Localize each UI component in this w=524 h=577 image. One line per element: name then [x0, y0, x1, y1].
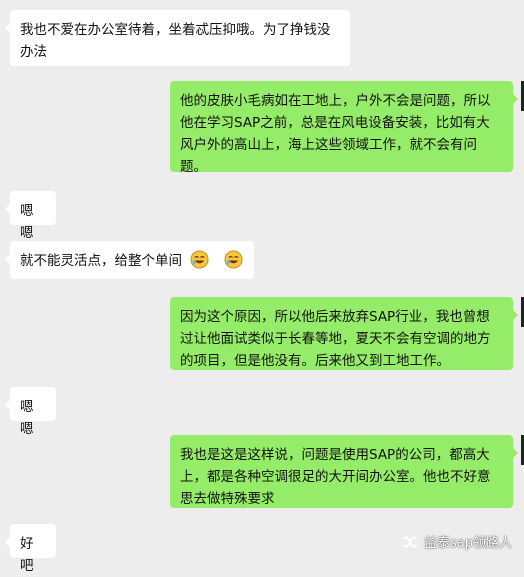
message-text: 他的皮肤小毛病如在工地上，户外不会是问题，所以他在学习SAP之前，总是在风电设备… — [180, 93, 491, 175]
message-text: 嗯嗯 — [20, 203, 34, 241]
message-bubble-left[interactable]: 就不能灵活点，给整个单间 — [5, 241, 254, 279]
chat-area: 我也不爱在办公室待着，坐着忒压抑哦。为了挣钱没办法 他的皮肤小毛病如在工地上，户… — [0, 0, 524, 574]
message-bubble-right[interactable]: 我也是这是这样说，问题是使用SAP的公司，都高大上，都是各种空调很足的大开间办公… — [170, 435, 518, 508]
message-text: 好吧 — [20, 536, 34, 574]
message-text: 就不能灵活点，给整个单间 — [20, 253, 182, 269]
message-bubble-left[interactable]: 嗯嗯 — [5, 191, 56, 241]
message-text: 我也是这是这样说，问题是使用SAP的公司，都高大上，都是各种空调很足的大开间办公… — [180, 447, 491, 507]
message-bubble-left[interactable]: 我也不爱在办公室待着，坐着忒压抑哦。为了挣钱没办法 — [5, 10, 350, 66]
message-text: 嗯嗯 — [20, 399, 34, 437]
watermark-text: 益泰sap领路人 — [424, 536, 512, 551]
message-bubble-left[interactable]: 嗯嗯 — [5, 387, 56, 437]
message-bubble-left[interactable]: 好吧 — [5, 524, 56, 574]
message-text: 因为这个原因，所以他后来放弃SAP行业，我也曾想过让他面试类似于长春等地，夏天不… — [180, 309, 491, 369]
laughing-face-icon — [224, 250, 243, 269]
wechat-channel-icon — [403, 536, 417, 547]
message-bubble-right[interactable]: 他的皮肤小毛病如在工地上，户外不会是问题，所以他在学习SAP之前，总是在风电设备… — [170, 81, 518, 175]
laughing-face-icon — [190, 250, 209, 269]
watermark: 益泰sap领路人 — [402, 532, 512, 551]
message-text: 我也不爱在办公室待着，坐着忒压抑哦。为了挣钱没办法 — [20, 22, 331, 60]
message-bubble-right[interactable]: 因为这个原因，所以他后来放弃SAP行业，我也曾想过让他面试类似于长春等地，夏天不… — [170, 297, 518, 370]
